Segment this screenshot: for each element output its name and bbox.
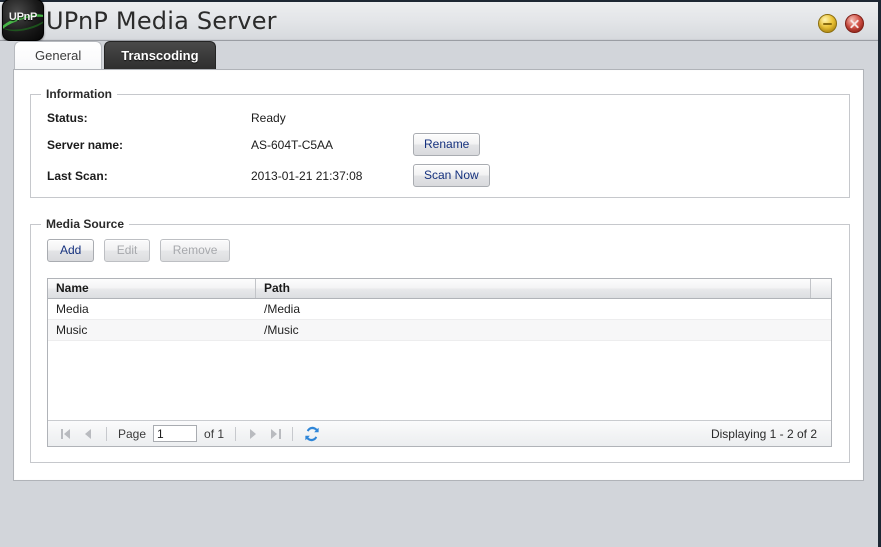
server-name-action-cell: Rename xyxy=(413,129,490,160)
grid-pager: Page of 1 Displa xyxy=(48,420,831,446)
cell-path: /Music xyxy=(264,323,299,337)
first-page-icon xyxy=(64,428,70,439)
grid-header-row: Name Path xyxy=(48,279,831,299)
table-row[interactable]: Media /Media xyxy=(48,299,831,320)
page-input[interactable] xyxy=(153,425,198,442)
cell-name: Media xyxy=(56,302,89,316)
previous-page-button[interactable] xyxy=(80,425,98,443)
media-source-legend: Media Source xyxy=(46,217,125,231)
table-row[interactable]: Music /Music xyxy=(48,320,831,341)
first-page-button[interactable] xyxy=(58,425,76,443)
rename-button[interactable]: Rename xyxy=(413,133,481,156)
grid-header-scroll-gutter xyxy=(811,279,831,298)
last-scan-action-cell: Scan Now xyxy=(413,160,490,191)
column-header-name[interactable]: Name xyxy=(48,279,256,298)
refresh-icon[interactable] xyxy=(303,425,321,443)
last-page-icon-bar xyxy=(279,428,282,439)
pager-separator xyxy=(235,426,237,441)
minimize-icon xyxy=(823,23,832,25)
first-page-icon-bar xyxy=(61,428,63,439)
close-button[interactable] xyxy=(845,14,864,33)
window-title: UPnP Media Server xyxy=(46,7,277,35)
last-page-button[interactable] xyxy=(266,425,284,443)
last-scan-value: 2013-01-21 21:37:08 xyxy=(251,168,363,183)
last-scan-label: Last Scan: xyxy=(47,168,108,183)
last-page-icon xyxy=(271,428,278,439)
minimize-button[interactable] xyxy=(818,14,837,33)
page-count-label: of 1 xyxy=(204,426,225,441)
scan-now-button[interactable]: Scan Now xyxy=(413,164,490,187)
cell-name: Music xyxy=(56,323,88,337)
information-table: Status: Ready Server name: AS-604T-C5AA … xyxy=(47,107,490,191)
info-row-status: Status: Ready xyxy=(47,107,490,129)
column-header-path[interactable]: Path xyxy=(256,279,811,298)
cell-path: /Media xyxy=(264,302,301,316)
status-label: Status: xyxy=(47,111,88,125)
add-button[interactable]: Add xyxy=(47,239,95,262)
app-icon-label: UPnP xyxy=(8,11,38,23)
server-name-value: AS-604T-C5AA xyxy=(251,137,334,152)
tab-general[interactable]: General xyxy=(14,41,103,69)
page-label: Page xyxy=(118,426,147,441)
grid-body: Media /Media Music /Music xyxy=(48,299,831,419)
tab-strip: General Transcoding xyxy=(0,41,878,69)
general-tab-panel: Information Status: Ready Server name: A… xyxy=(13,69,864,481)
information-legend: Information xyxy=(46,87,112,101)
pager-status: Displaying 1 - 2 of 2 xyxy=(710,426,817,441)
pager-separator xyxy=(292,426,294,441)
media-source-toolbar: Add Edit Remove xyxy=(47,239,849,262)
information-group: Information Status: Ready Server name: A… xyxy=(30,87,850,198)
status-value: Ready xyxy=(251,111,286,125)
pager-separator xyxy=(106,426,107,441)
media-source-group: Media Source Add Edit Remove Name Path M… xyxy=(30,217,850,463)
application-window: UPnP UPnP Media Server General Transcodi… xyxy=(0,0,881,547)
media-source-grid: Name Path Media /Media Music /Music Page… xyxy=(47,278,832,447)
remove-button: Remove xyxy=(159,239,231,262)
info-row-last-scan: Last Scan: 2013-01-21 21:37:08 Scan Now xyxy=(47,160,490,191)
upnp-app-icon: UPnP xyxy=(2,0,44,41)
tab-transcoding[interactable]: Transcoding xyxy=(104,41,216,69)
edit-button: Edit xyxy=(103,239,151,262)
previous-page-icon xyxy=(85,428,91,439)
server-name-label: Server name: xyxy=(47,137,124,152)
title-bar: UPnP UPnP Media Server xyxy=(0,0,878,41)
next-page-icon xyxy=(250,428,257,439)
status-action-cell xyxy=(413,107,490,129)
info-row-server-name: Server name: AS-604T-C5AA Rename xyxy=(47,129,490,160)
next-page-button[interactable] xyxy=(244,425,262,443)
